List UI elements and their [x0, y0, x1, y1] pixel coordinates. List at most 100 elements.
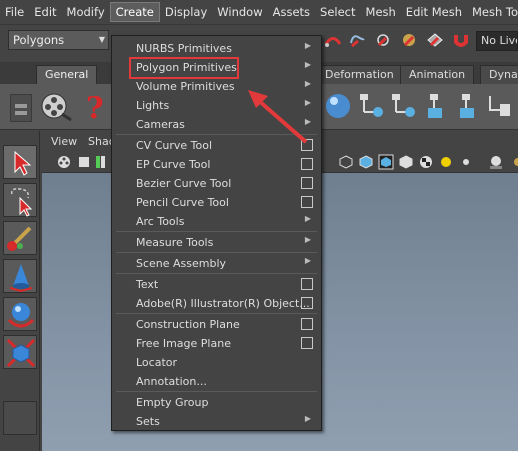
menu-item-label: Construction Plane: [136, 318, 240, 331]
menu-select[interactable]: Select: [315, 2, 360, 22]
smooth-shade-icon[interactable]: [358, 154, 374, 170]
live-surface-label: No Live: [481, 34, 518, 47]
bookmark-icon[interactable]: [76, 154, 92, 170]
shelf-tab-animation[interactable]: Animation: [400, 65, 475, 84]
menu-set-value: Polygons: [13, 33, 65, 47]
menu-divider: [116, 231, 317, 232]
paint-brush-icon: [7, 226, 32, 251]
lighting-icon[interactable]: [438, 154, 454, 170]
menu-divider: [116, 391, 317, 392]
image-plane-icon[interactable]: [94, 154, 110, 170]
film-reel-icon[interactable]: [40, 90, 72, 122]
menu-item-construction-plane[interactable]: Construction Plane: [112, 315, 321, 334]
bind-skin-icon[interactable]: [420, 90, 452, 122]
menu-edit-mesh[interactable]: Edit Mesh: [401, 2, 467, 22]
move-tool-button[interactable]: [3, 259, 37, 293]
snap-curve-icon[interactable]: [348, 31, 366, 49]
live-surface-field[interactable]: No Live: [476, 31, 518, 51]
option-box-icon[interactable]: [301, 177, 313, 189]
select-tool-button[interactable]: [3, 145, 37, 179]
main-menubar: File Edit Modify Create Display Window A…: [0, 0, 518, 24]
option-box-icon[interactable]: [301, 318, 313, 330]
menu-window[interactable]: Window: [212, 2, 267, 22]
menu-item-illustrator-object[interactable]: Adobe(R) Illustrator(R) Object...: [112, 294, 321, 313]
menu-item-empty-group[interactable]: Empty Group: [112, 393, 321, 412]
menu-edit[interactable]: Edit: [29, 2, 61, 22]
ambient-occlusion-icon[interactable]: [488, 154, 504, 170]
menu-item-text[interactable]: Text: [112, 275, 321, 294]
submenu-arrow-icon: ▶: [304, 414, 311, 423]
submenu-arrow-icon: ▶: [304, 256, 311, 265]
checker-icon[interactable]: [418, 154, 434, 170]
snap-point-icon[interactable]: [374, 31, 392, 49]
scale-tool-button[interactable]: [3, 335, 37, 369]
menu-create[interactable]: Create: [109, 2, 160, 22]
shadows-icon[interactable]: [458, 154, 474, 170]
film-reel-icon[interactable]: [56, 154, 72, 170]
rotate-tool-button[interactable]: [3, 297, 37, 331]
annotation-highlight-box: [129, 57, 239, 79]
wireframe-on-shaded-icon[interactable]: [378, 154, 394, 170]
menu-item-annotation[interactable]: Annotation...: [112, 372, 321, 391]
menu-item-label: Cameras: [136, 118, 185, 131]
submenu-arrow-icon: ▶: [304, 60, 311, 69]
textured-icon[interactable]: [398, 154, 414, 170]
menu-item-label: Measure Tools: [136, 236, 214, 249]
menu-item-label: EP Curve Tool: [136, 158, 211, 171]
menu-item-label: CV Curve Tool: [136, 139, 213, 152]
menu-set-select[interactable]: Polygons ▼: [8, 30, 109, 50]
option-box-icon[interactable]: [301, 297, 313, 309]
motion-blur-icon[interactable]: [510, 154, 518, 170]
detach-skin-icon[interactable]: [484, 90, 516, 122]
snap-grid-icon[interactable]: [324, 31, 342, 49]
option-box-icon[interactable]: [301, 196, 313, 208]
last-tool-button[interactable]: [3, 401, 37, 435]
submenu-arrow-icon: ▶: [304, 41, 311, 50]
paint-select-tool-button[interactable]: [3, 221, 37, 255]
shelf-tab-dynamics[interactable]: Dynar: [480, 65, 518, 84]
menu-item-locator[interactable]: Locator: [112, 353, 321, 372]
snap-view-icon[interactable]: [400, 31, 418, 49]
ik-handle-icon[interactable]: [388, 90, 420, 122]
menu-assets[interactable]: Assets: [268, 2, 315, 22]
snap-surface-icon[interactable]: [426, 31, 444, 49]
menu-item-scene-assembly[interactable]: Scene Assembly ▶: [112, 254, 321, 273]
menu-mesh[interactable]: Mesh: [361, 2, 401, 22]
menu-mesh-tools[interactable]: Mesh Tools: [467, 2, 518, 22]
menu-item-label: Text: [136, 278, 159, 291]
wireframe-cube-icon[interactable]: [338, 154, 354, 170]
menu-item-nurbs-primitives[interactable]: NURBS Primitives ▶: [112, 39, 321, 58]
shelf-tab-general[interactable]: General: [36, 65, 98, 84]
menu-item-sets[interactable]: Sets ▶: [112, 412, 321, 431]
menu-item-label: Annotation...: [136, 375, 207, 388]
option-box-icon[interactable]: [301, 158, 313, 170]
option-box-icon[interactable]: [301, 337, 313, 349]
make-live-icon[interactable]: [452, 31, 470, 49]
menu-item-arc-tools[interactable]: Arc Tools ▶: [112, 212, 321, 231]
menu-item-free-image-plane[interactable]: Free Image Plane: [112, 334, 321, 353]
panel-menu-view[interactable]: View: [51, 135, 77, 148]
menu-file[interactable]: File: [0, 2, 29, 22]
sphere-shelf-icon[interactable]: [322, 90, 354, 122]
annotation-arrow-icon: [248, 90, 308, 144]
skin-weights-icon[interactable]: [452, 90, 484, 122]
option-box-icon[interactable]: [301, 278, 313, 290]
menu-item-label: Empty Group: [136, 396, 209, 409]
lasso-tool-button[interactable]: [3, 183, 37, 217]
help-question-icon[interactable]: ?: [80, 90, 112, 122]
scale-cube-icon: [6, 338, 36, 368]
menu-item-pencil-curve-tool[interactable]: Pencil Curve Tool: [112, 193, 321, 212]
shelf-menu-handle[interactable]: [10, 94, 32, 122]
submenu-arrow-icon: ▶: [304, 214, 311, 223]
menu-item-bezier-curve-tool[interactable]: Bezier Curve Tool: [112, 174, 321, 193]
menu-item-label: Arc Tools: [136, 215, 185, 228]
menu-item-measure-tools[interactable]: Measure Tools ▶: [112, 233, 321, 252]
menu-display[interactable]: Display: [160, 2, 212, 22]
joint-tool-icon[interactable]: [356, 90, 388, 122]
menu-item-label: Free Image Plane: [136, 337, 231, 350]
menu-item-label: Pencil Curve Tool: [136, 196, 229, 209]
menu-item-ep-curve-tool[interactable]: EP Curve Tool: [112, 155, 321, 174]
shelf-tab-deformation[interactable]: Deformation: [316, 65, 403, 84]
menu-modify[interactable]: Modify: [62, 2, 110, 22]
move-cone-icon: [9, 264, 33, 293]
